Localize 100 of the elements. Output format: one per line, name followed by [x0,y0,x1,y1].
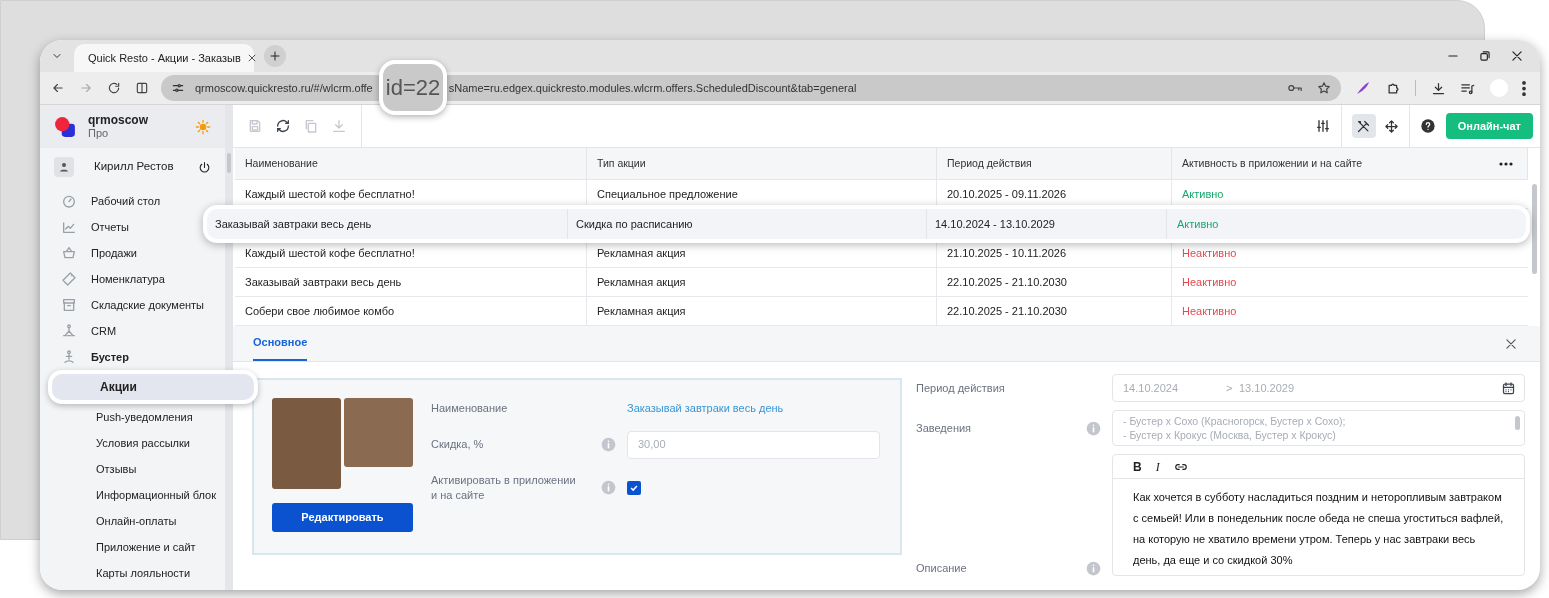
table-cell-text: 20.10.2025 - 09.11.2026 [947,186,1067,202]
venue-line: - Бустер х Сохо (Красногорск, Бустер х Сохо); [1123,414,1347,428]
basket-icon [61,245,77,261]
sidebar-subitem[interactable]: Онлайн-оплаты [96,508,177,534]
field-label: Период действия [916,380,1006,396]
sidebar-subitem[interactable]: Отзывы [96,456,137,482]
activity-status: Неактивно [1182,303,1237,319]
tools-button[interactable] [1351,114,1376,138]
plus-icon [269,50,281,62]
activate-checkbox[interactable] [627,480,641,495]
tag-icon [61,271,77,287]
sidebar-item[interactable]: Отчеты [61,214,130,240]
table-row[interactable]: Каждый шестой кофе бесплатно! Рекламная акция 21.10.2025 - 10.11.2026 Неактивно [235,239,1528,268]
sidebar-subitem[interactable]: Акции [48,370,258,404]
power-icon[interactable] [198,160,211,174]
tools-icon [1356,118,1372,134]
italic-button[interactable]: I [1155,457,1160,476]
sidebar-item[interactable]: Продажи [61,240,137,266]
site-settings-icon[interactable] [171,81,185,95]
photo-placeholder [344,398,413,467]
table-cell-text: Заказывай завтраки весь день [215,216,372,232]
table-cell-text: 22.10.2025 - 21.10.2030 [947,303,1067,319]
help-icon[interactable] [1419,118,1436,134]
sidebar-item[interactable]: Рабочий стол [61,188,161,214]
back-icon[interactable] [51,81,65,95]
column-header[interactable]: Активность в приложении и на сайте [1182,155,1363,172]
download-icon[interactable] [1430,80,1446,96]
table-cell-text: Каждый шестой кофе бесплатно! [245,245,415,261]
column-header[interactable]: Наименование [245,155,318,172]
activity-status: Активно [1182,186,1224,202]
tab-title: Quick Resto - Акции - Заказыв [88,50,241,66]
sidebar-item[interactable]: Номенклатура [61,266,165,292]
table-cell-text: Заказывай завтраки весь день [245,274,402,290]
archive-icon [61,297,77,313]
field-label: Скидка, % [431,437,485,453]
close-icon[interactable] [1504,336,1518,351]
table-cell-text: Собери свое любимое комбо [245,303,395,319]
sidebar-item[interactable]: Складские документы [61,292,204,318]
calendar-icon[interactable] [1501,380,1516,396]
column-header[interactable]: Тип акции [597,155,646,172]
column-header[interactable]: Период действия [947,155,1032,172]
download-icon [331,118,347,134]
table-cell-text: Скидка по расписанию [576,216,693,232]
more-options-icon[interactable] [1499,161,1513,166]
table-cell-text: 22.10.2025 - 21.10.2030 [947,274,1067,290]
reload-icon[interactable] [107,81,121,95]
sidebar-item[interactable]: CRM [61,318,117,344]
new-tab-button[interactable] [264,45,286,67]
activity-status: Неактивно [1182,274,1237,290]
refresh-icon [275,118,291,134]
app-logo-icon [54,115,76,138]
save-icon [247,118,263,134]
edit-button[interactable]: Редактировать [272,503,413,532]
scrollbar[interactable] [227,153,231,173]
table-cell-text: Рекламная акция [597,303,686,319]
sidebar-item[interactable]: Бустер [61,344,129,370]
offer-name-value: Заказывай завтраки весь день [627,401,785,416]
chart-icon [61,219,77,235]
account-plan: Про [88,126,109,140]
sidebar-subitem[interactable]: Карты лояльности [96,560,191,586]
sliders-icon[interactable] [1314,118,1331,134]
description-editor[interactable] [1112,454,1525,576]
more-menu-icon[interactable] [1522,80,1526,96]
browser-tab[interactable]: Quick Resto - Акции - Заказыв [74,44,254,72]
table-cell-text: Рекламная акция [597,245,686,261]
sidebar-subitem[interactable]: Приложение и сайт [96,534,196,560]
restore-icon[interactable] [1478,49,1492,63]
table-cell-text: Специальное предложение [597,186,738,202]
field-label: Наименование [431,401,509,416]
move-arrows-icon[interactable] [1383,118,1399,134]
scrollbar[interactable] [1531,184,1537,274]
close-icon[interactable] [246,53,257,63]
scrollbar[interactable] [1515,416,1520,430]
user-avatar[interactable] [54,157,74,177]
venue-line: - Бустер х Крокус (Москва, Бустер х Крокус) [1123,428,1337,442]
side-panel-icon[interactable] [135,81,149,95]
url-text: sName=ru.edgex.quickresto.modules.wlcrm.offers.ScheduledDiscount&tab=general [448,80,857,96]
detail-tab[interactable]: Основное [253,326,308,361]
field-label: Активировать в приложении и на сайте [431,472,577,503]
table-cell-text: Рекламная акция [597,274,686,290]
feather-pen-icon[interactable] [1355,80,1371,96]
star-icon[interactable] [1317,81,1331,95]
hierarchy-icon [61,323,77,339]
field-label: Описание [916,560,968,576]
sidebar-subitem[interactable]: Push-уведомления [96,404,193,430]
table-cell-text: Каждый шестой кофе бесплатно! [245,186,415,202]
table-cell-text: 14.10.2024 - 13.10.2029 [935,216,1055,232]
copy-icon [303,118,319,134]
table-cell-text: 21.10.2025 - 10.11.2026 [947,245,1067,261]
url-text: qrmoscow.quickresto.ru/#/wlcrm.offe [195,80,373,96]
activity-status: Неактивно [1182,245,1237,261]
sidebar-subitem[interactable]: Условия рассылки [96,430,190,456]
sidebar-subitem[interactable]: Информационный блок [96,482,217,508]
field-label: Заведения [916,420,973,436]
close-icon[interactable] [1510,49,1524,63]
account-name: qrmoscow [88,113,149,127]
activity-status: Активно [1177,216,1219,232]
refresh-button[interactable] [275,118,291,134]
bold-button[interactable]: B [1133,457,1142,476]
table-row[interactable]: Заказывай завтраки весь день Рекламная акция 22.10.2025 - 21.10.2030 Неактивно [235,268,1528,297]
